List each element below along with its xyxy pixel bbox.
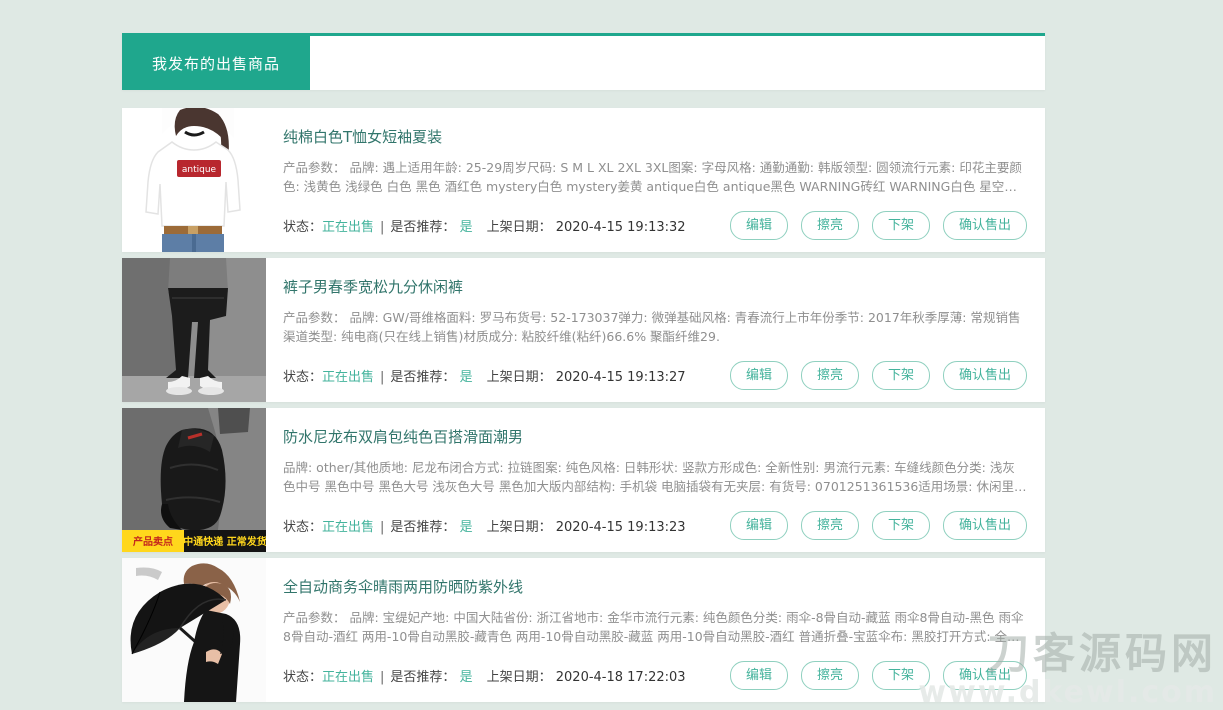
tshirt-print-label: antique xyxy=(182,165,217,175)
status-label: 状态： xyxy=(283,670,323,685)
product-title-link[interactable]: 纯棉白色T恤女短袖夏装 xyxy=(283,126,1027,147)
action-buttons: 编辑 擦亮 下架 确认售出 xyxy=(717,211,1027,240)
action-buttons: 编辑 擦亮 下架 确认售出 xyxy=(717,511,1027,540)
banner-shipping-label: 中通快递 正常发货 xyxy=(183,535,266,548)
status-line: 状态：正在出售 | 是否推荐： 是上架日期： 2020-4-15 19:13:23 xyxy=(283,516,686,535)
recommend-label: 是否推荐： xyxy=(390,670,456,685)
action-buttons: 编辑 擦亮 下架 确认售出 xyxy=(717,361,1027,390)
product-footer: 状态：正在出售 | 是否推荐： 是上架日期： 2020-4-18 17:22:03 … xyxy=(283,661,1027,690)
delist-button[interactable]: 下架 xyxy=(871,511,930,540)
divider: | xyxy=(380,370,385,385)
product-params: 产品参数： 品牌: 宝缇妃产地: 中国大陆省份: 浙江省地市: 金华市流行元素:… xyxy=(283,610,1024,644)
status-label: 状态： xyxy=(283,220,323,235)
recommend-value: 是 xyxy=(459,670,473,685)
polish-button[interactable]: 擦亮 xyxy=(800,361,859,390)
product-info: 防水尼龙布双肩包纯色百搭滑面潮男 品牌: other/其他质地: 尼龙布闭合方式… xyxy=(266,408,1045,552)
delist-button[interactable]: 下架 xyxy=(871,661,930,690)
product-title-link[interactable]: 全自动商务伞晴雨两用防晒防紫外线 xyxy=(283,576,1027,597)
panel-header: 我发布的出售商品 xyxy=(122,33,1045,90)
polish-button[interactable]: 擦亮 xyxy=(800,661,859,690)
date-label: 上架日期： xyxy=(486,370,552,385)
date-value: 2020-4-18 17:22:03 xyxy=(555,670,686,685)
product-footer: 状态：正在出售 | 是否推荐： 是上架日期： 2020-4-15 19:13:32 … xyxy=(283,211,1027,240)
confirm-sold-button[interactable]: 确认售出 xyxy=(942,361,1027,390)
divider: | xyxy=(380,520,385,535)
status-value: 正在出售 xyxy=(322,670,375,685)
product-info: 纯棉白色T恤女短袖夏装 产品参数： 品牌: 遇上适用年龄: 25-29周岁尺码:… xyxy=(266,108,1045,252)
product-info: 全自动商务伞晴雨两用防晒防紫外线 产品参数： 品牌: 宝缇妃产地: 中国大陆省份… xyxy=(266,558,1045,702)
divider: | xyxy=(380,670,385,685)
divider: | xyxy=(380,220,385,235)
confirm-sold-button[interactable]: 确认售出 xyxy=(942,661,1027,690)
product-card: 产品卖点 中通快递 正常发货 防水尼龙布双肩包纯色百搭滑面潮男 品牌: othe… xyxy=(122,408,1045,552)
recommend-value: 是 xyxy=(459,220,473,235)
product-image-tshirt[interactable]: antique xyxy=(122,108,266,252)
status-value: 正在出售 xyxy=(322,370,375,385)
product-image-pants[interactable] xyxy=(122,258,266,402)
status-line: 状态：正在出售 | 是否推荐： 是上架日期： 2020-4-15 19:13:27 xyxy=(283,366,686,385)
product-image-umbrella[interactable] xyxy=(122,558,266,702)
recommend-value: 是 xyxy=(459,370,473,385)
delist-button[interactable]: 下架 xyxy=(871,211,930,240)
confirm-sold-button[interactable]: 确认售出 xyxy=(942,211,1027,240)
action-buttons: 编辑 擦亮 下架 确认售出 xyxy=(717,661,1027,690)
product-title-link[interactable]: 防水尼龙布双肩包纯色百搭滑面潮男 xyxy=(283,426,1027,447)
product-title-link[interactable]: 裤子男春季宽松九分休闲裤 xyxy=(283,276,1027,297)
status-label: 状态： xyxy=(283,370,323,385)
pants-photo-illustration xyxy=(122,258,266,402)
umbrella-photo-illustration xyxy=(122,558,266,702)
product-image-backpack[interactable]: 产品卖点 中通快递 正常发货 xyxy=(122,408,266,552)
date-label: 上架日期： xyxy=(486,520,552,535)
status-value: 正在出售 xyxy=(322,220,375,235)
recommend-label: 是否推荐： xyxy=(390,370,456,385)
delist-button[interactable]: 下架 xyxy=(871,361,930,390)
date-value: 2020-4-15 19:13:23 xyxy=(555,520,686,535)
main-panel: 我发布的出售商品 antique 纯棉白色T恤女短袖夏装 产品参数： 品牌: 遇… xyxy=(122,33,1045,708)
product-list: antique 纯棉白色T恤女短袖夏装 产品参数： 品牌: 遇上适用年龄: 25… xyxy=(122,108,1045,702)
product-params: 产品参数： 品牌: 遇上适用年龄: 25-29周岁尺码: S M L XL 2X… xyxy=(283,160,1022,194)
product-card: 全自动商务伞晴雨两用防晒防紫外线 产品参数： 品牌: 宝缇妃产地: 中国大陆省份… xyxy=(122,558,1045,702)
product-params: 产品参数： 品牌: GW/哥维格面料: 罗马布货号: 52-173037弹力: … xyxy=(283,310,1021,344)
polish-button[interactable]: 擦亮 xyxy=(800,511,859,540)
recommend-label: 是否推荐： xyxy=(390,220,456,235)
product-params: 品牌: other/其他质地: 尼龙布闭合方式: 拉链图案: 纯色风格: 日韩形… xyxy=(283,460,1027,494)
date-label: 上架日期： xyxy=(486,670,552,685)
tshirt-photo-illustration: antique xyxy=(122,108,266,252)
status-line: 状态：正在出售 | 是否推荐： 是上架日期： 2020-4-18 17:22:03 xyxy=(283,666,686,685)
backpack-photo-illustration: 产品卖点 中通快递 正常发货 xyxy=(122,408,266,552)
edit-button[interactable]: 编辑 xyxy=(729,511,788,540)
date-value: 2020-4-15 19:13:32 xyxy=(555,220,686,235)
status-value: 正在出售 xyxy=(322,520,375,535)
product-footer: 状态：正在出售 | 是否推荐： 是上架日期： 2020-4-15 19:13:23 … xyxy=(283,511,1027,540)
product-card: 裤子男春季宽松九分休闲裤 产品参数： 品牌: GW/哥维格面料: 罗马布货号: … xyxy=(122,258,1045,402)
polish-button[interactable]: 擦亮 xyxy=(800,211,859,240)
tab-my-selling-products[interactable]: 我发布的出售商品 xyxy=(122,36,310,90)
edit-button[interactable]: 编辑 xyxy=(729,661,788,690)
recommend-label: 是否推荐： xyxy=(390,520,456,535)
product-footer: 状态：正在出售 | 是否推荐： 是上架日期： 2020-4-15 19:13:27 … xyxy=(283,361,1027,390)
date-label: 上架日期： xyxy=(486,220,552,235)
status-label: 状态： xyxy=(283,520,323,535)
recommend-value: 是 xyxy=(459,520,473,535)
product-card: antique 纯棉白色T恤女短袖夏装 产品参数： 品牌: 遇上适用年龄: 25… xyxy=(122,108,1045,252)
date-value: 2020-4-15 19:13:27 xyxy=(555,370,686,385)
confirm-sold-button[interactable]: 确认售出 xyxy=(942,511,1027,540)
banner-tag-label: 产品卖点 xyxy=(133,535,173,548)
edit-button[interactable]: 编辑 xyxy=(729,361,788,390)
edit-button[interactable]: 编辑 xyxy=(729,211,788,240)
product-info: 裤子男春季宽松九分休闲裤 产品参数： 品牌: GW/哥维格面料: 罗马布货号: … xyxy=(266,258,1045,402)
status-line: 状态：正在出售 | 是否推荐： 是上架日期： 2020-4-15 19:13:32 xyxy=(283,216,686,235)
